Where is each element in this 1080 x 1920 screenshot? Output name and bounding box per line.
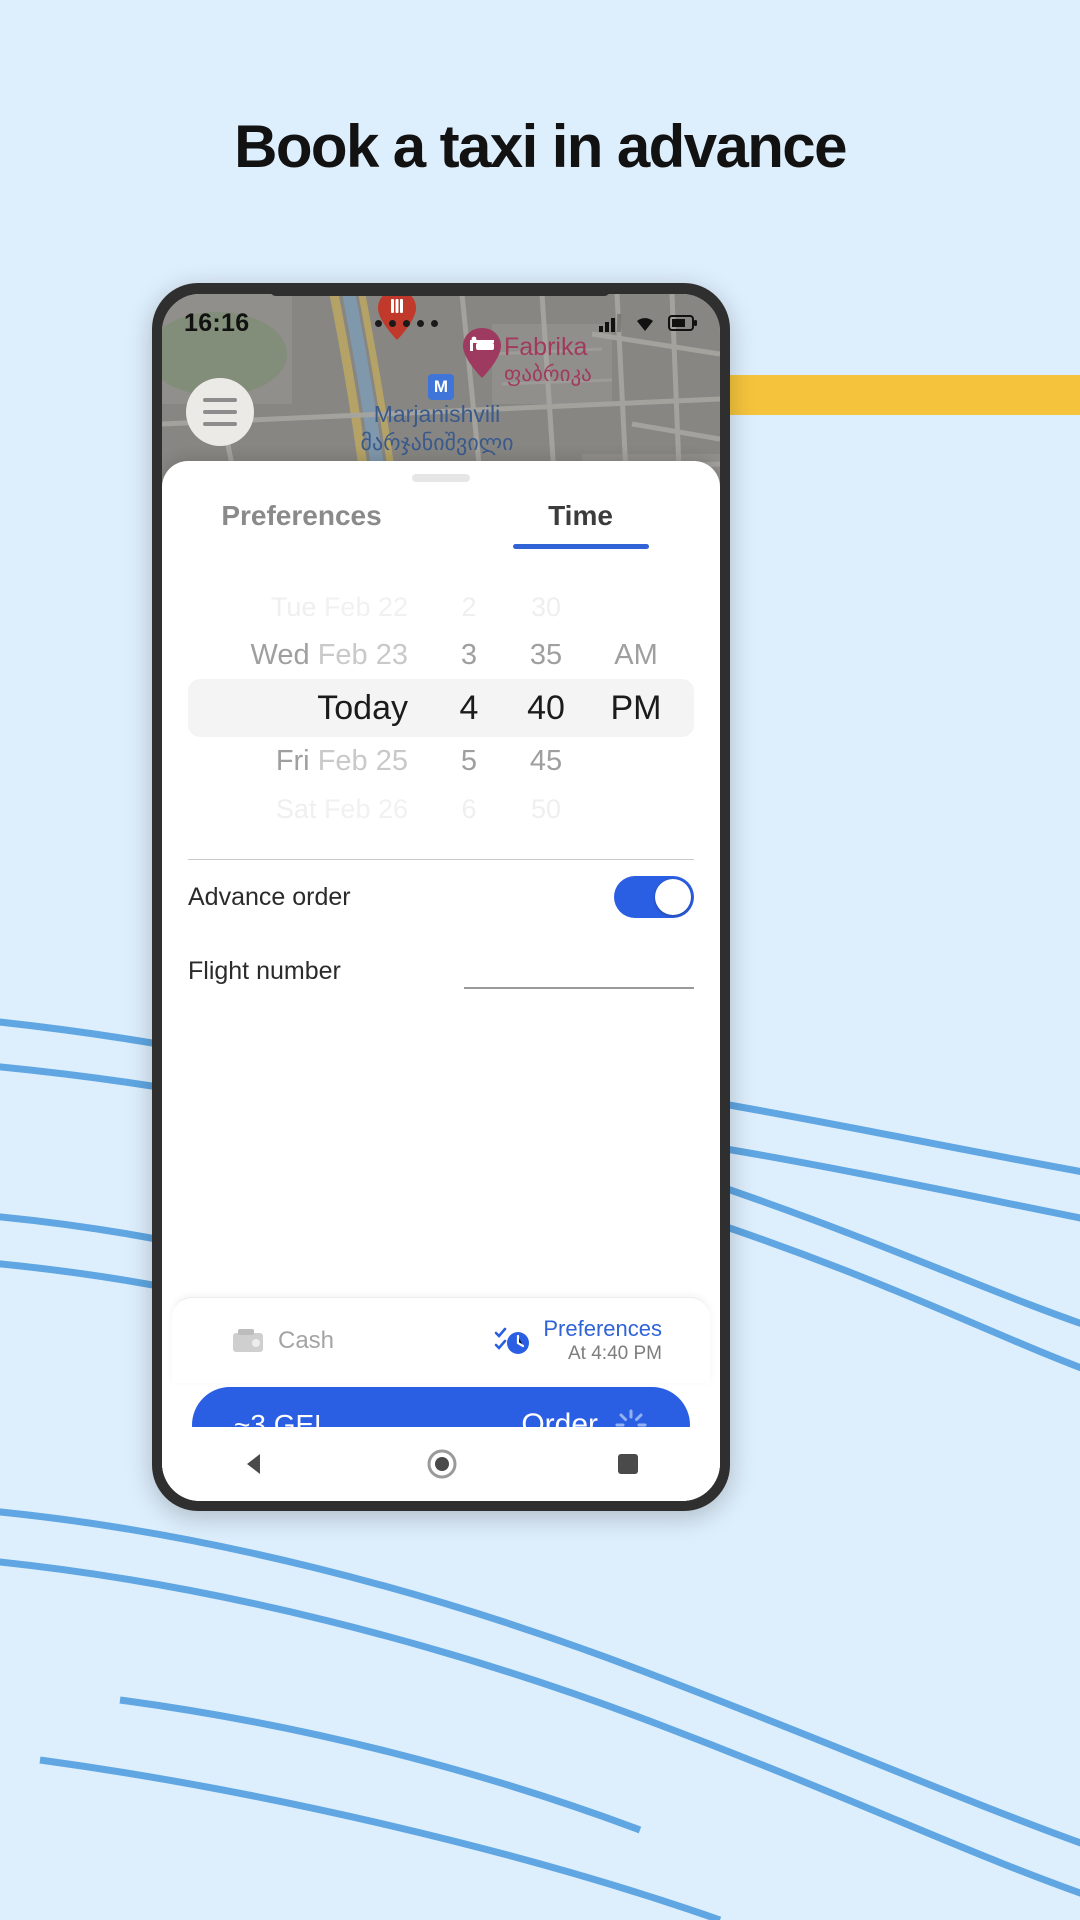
phone-screen: M Marjanishvili მარჯანიშვილი Fabrika ფაბ… [162, 294, 720, 1501]
tab-time-label: Time [548, 500, 613, 531]
poi-marjanishvili: Marjanishvili მარჯანიშვილი [332, 400, 542, 456]
square-recents-icon[interactable] [614, 1450, 642, 1478]
advance-order-toggle[interactable] [614, 876, 694, 918]
picker-date-cell: Tue Feb 22 [202, 592, 438, 623]
picker-hour: 2 [461, 591, 477, 622]
status-bar-clock: 16:16 [184, 308, 250, 337]
picker-meridiem: AM [614, 638, 658, 671]
picker-row[interactable]: Wed Feb 23 3 35 AM [188, 631, 694, 679]
picker-meridiem: PM [610, 688, 662, 727]
picker-date-cell: Wed Feb 23 [202, 639, 438, 672]
payment-method-label: Cash [278, 1326, 335, 1354]
circle-home-icon[interactable] [425, 1447, 459, 1481]
front-camera-dots-icon [375, 319, 439, 327]
picker-date: Feb 22 [323, 591, 408, 622]
sheet-tabs: Preferences Time [162, 500, 720, 549]
poi-marjanishvili-name: Marjanishvili [373, 401, 501, 427]
flight-number-row[interactable]: Flight number [162, 934, 720, 1008]
picker-day: Today [317, 688, 408, 727]
picker-date: Feb 26 [323, 793, 408, 824]
picker-minute: 50 [530, 793, 562, 824]
preferences-summary-text: Preferences At 4:40 PM [543, 1315, 662, 1366]
picker-minute: 45 [529, 744, 563, 777]
toggle-knob [655, 879, 691, 915]
datetime-picker[interactable]: Tue Feb 22 2 30 Wed Feb 23 3 35 AM Today… [162, 583, 720, 833]
picker-day: Wed [250, 638, 310, 671]
picker-hour: 3 [460, 638, 478, 671]
picker-row[interactable]: Sat Feb 26 6 50 [188, 785, 694, 833]
poi-fabrika-name-local: ფაბრიკა [504, 363, 592, 386]
tab-preferences-label: Preferences [221, 500, 382, 531]
metro-m-icon: M [428, 374, 454, 400]
picker-row[interactable]: Tue Feb 22 2 30 [188, 583, 694, 631]
picker-minute: 30 [530, 591, 562, 622]
hamburger-menu-icon[interactable] [186, 378, 254, 446]
picker-day: Sat [275, 793, 317, 824]
picker-date-cell: Fri Feb 25 [202, 745, 438, 778]
flight-number-label: Flight number [188, 956, 341, 985]
picker-hour: 5 [460, 744, 478, 777]
status-bar-icons [598, 313, 698, 333]
picker-row[interactable]: Fri Feb 25 5 45 [188, 737, 694, 785]
picker-date: Feb 25 [317, 744, 408, 777]
picker-date: Feb 23 [317, 638, 408, 671]
status-bar: 16:16 [162, 294, 720, 352]
tab-time[interactable]: Time [441, 500, 720, 549]
picker-hour: 4 [459, 688, 479, 727]
advance-order-row[interactable]: Advance order [162, 860, 720, 934]
decorative-yellow-stripe [700, 375, 1080, 415]
tab-preferences[interactable]: Preferences [162, 500, 441, 549]
payment-method-button[interactable]: Cash [172, 1327, 334, 1355]
phone-mockup: M Marjanishvili მარჯანიშვილი Fabrika ფაბ… [152, 283, 730, 1511]
sheet-grabber-handle[interactable] [412, 474, 470, 482]
order-summary-bar: Cash Preferences At 4:40 PM [172, 1297, 710, 1383]
page-title: Book a taxi in advance [234, 113, 847, 180]
clock-preferences-icon [495, 1327, 530, 1354]
signal-icon [599, 314, 621, 332]
picker-day: Tue [270, 591, 317, 622]
triangle-back-icon[interactable] [240, 1449, 270, 1479]
poi-marjanishvili-name-local: მარჯანიშვილი [360, 429, 514, 455]
wifi-icon [637, 318, 653, 331]
picker-minute: 35 [529, 638, 563, 671]
flight-number-input[interactable] [464, 953, 694, 989]
picker-day: Fri [275, 744, 310, 777]
preferences-summary-title: Preferences [543, 1315, 662, 1341]
preferences-summary-subtitle: At 4:40 PM [568, 1343, 662, 1365]
preferences-summary-button[interactable]: Preferences At 4:40 PM [494, 1315, 710, 1366]
cash-wallet-icon [233, 1328, 263, 1352]
battery-icon [668, 315, 697, 331]
advance-order-label: Advance order [188, 882, 351, 911]
android-nav-bar [162, 1427, 720, 1501]
picker-minute: 40 [527, 688, 565, 727]
picker-row-selected[interactable]: Today 4 40 PM [188, 679, 694, 737]
picker-date-cell: Today [202, 689, 438, 728]
picker-hour: 6 [461, 793, 477, 824]
phone-notch [270, 283, 610, 296]
picker-date-cell: Sat Feb 26 [202, 794, 438, 825]
